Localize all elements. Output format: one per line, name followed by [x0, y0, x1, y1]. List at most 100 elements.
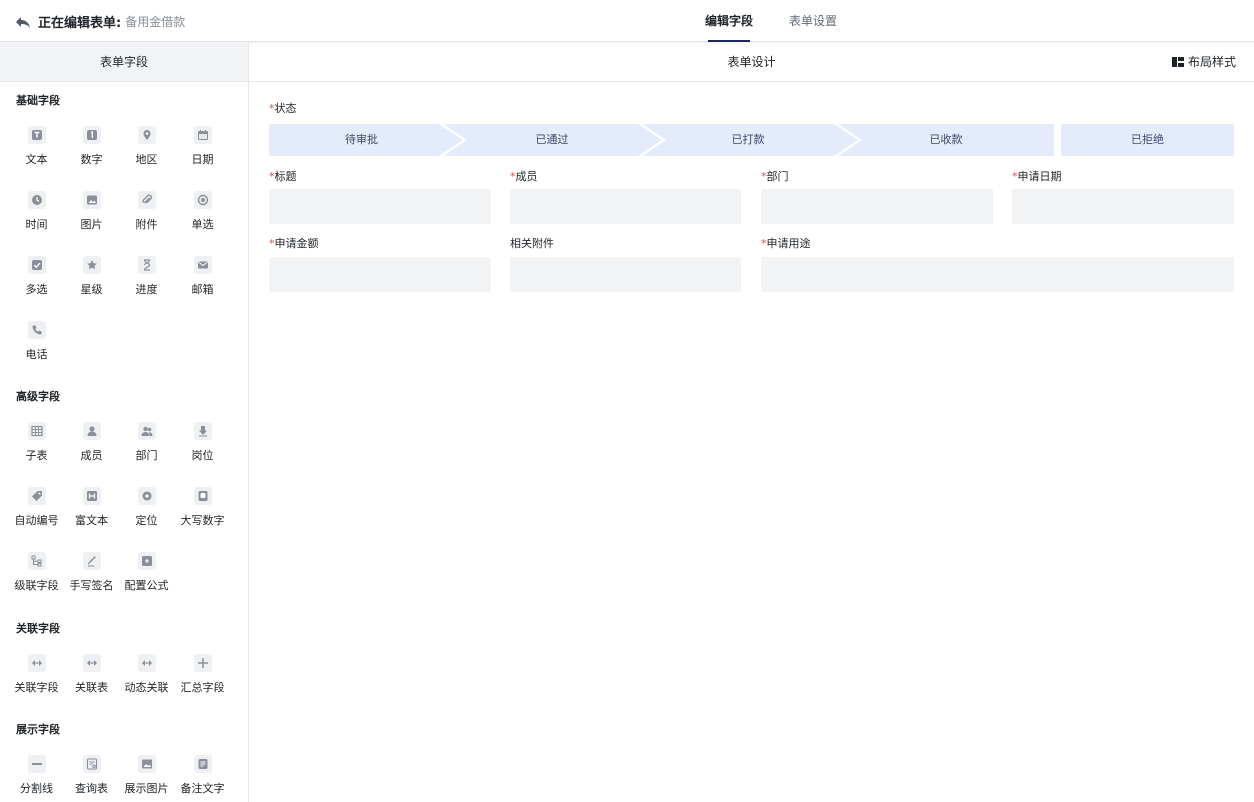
- field-item-label: 数字: [80, 153, 103, 166]
- field-item[interactable]: 展示图片: [119, 755, 174, 802]
- canvas-title: 表单设计: [727, 55, 776, 69]
- field-item[interactable]: 日期: [175, 126, 230, 178]
- amount-field-label: *申请金额: [269, 235, 319, 251]
- apply-date-field-label: *申请日期: [1012, 168, 1062, 184]
- field-item[interactable]: 星级: [64, 256, 119, 308]
- field-item[interactable]: 地区: [119, 126, 174, 178]
- field-item[interactable]: 电话: [9, 321, 64, 373]
- field-item-label: 时间: [25, 218, 48, 231]
- field-item[interactable]: 动态关联: [119, 654, 174, 706]
- group-title: 高级字段: [16, 390, 60, 403]
- field-item[interactable]: 时间: [9, 191, 64, 243]
- field-item[interactable]: 成员: [64, 422, 119, 474]
- rich-text-icon: [82, 487, 101, 505]
- field-item-label: 部门: [135, 449, 158, 462]
- divider-icon: [27, 755, 46, 773]
- field-item[interactable]: 汇总字段: [175, 654, 230, 706]
- tree-icon: [27, 552, 46, 570]
- layout-style-button[interactable]: 布局样式: [1171, 42, 1236, 82]
- apply-date-field[interactable]: [1012, 189, 1234, 224]
- amount-field[interactable]: [269, 257, 491, 292]
- tab-edit-fields[interactable]: 编辑字段: [700, 0, 758, 42]
- purpose-field[interactable]: [761, 257, 1234, 292]
- field-item-label: 星级: [80, 283, 103, 296]
- field-item-label: 进度: [135, 283, 158, 296]
- field-item[interactable]: 查询表: [64, 755, 119, 802]
- field-label-text: 申请用途: [766, 237, 811, 250]
- field-item[interactable]: 富文本: [64, 487, 119, 539]
- field-item-label: 单选: [191, 218, 214, 231]
- field-item-label: 关联字段: [14, 681, 59, 694]
- stage-paid[interactable]: 已打款: [650, 124, 846, 156]
- field-item[interactable]: 关联字段: [9, 654, 64, 706]
- stage-rejected[interactable]: 已拒绝: [1061, 124, 1234, 156]
- image-icon: [137, 755, 156, 773]
- field-item-label: 查询表: [75, 782, 108, 795]
- status-stages[interactable]: 待审批 已通过 已打款 已收款 已拒绝: [269, 124, 1234, 156]
- field-item[interactable]: 大写数字: [175, 487, 230, 539]
- stage-pending[interactable]: 待审批: [269, 124, 454, 156]
- field-item[interactable]: 定位: [119, 487, 174, 539]
- field-item-label: 附件: [135, 218, 158, 231]
- field-item-label: 电话: [25, 348, 48, 361]
- envelope-icon: [193, 256, 212, 274]
- field-item[interactable]: 岗位: [175, 422, 230, 474]
- field-item-label: 多选: [25, 283, 48, 296]
- back-area: 正在编辑表单: 备用金借款: [14, 12, 185, 31]
- link-arrows-icon: [82, 654, 101, 672]
- text-icon: [27, 126, 46, 144]
- stage-received[interactable]: 已收款: [846, 124, 1046, 156]
- field-item[interactable]: 关联表: [64, 654, 119, 706]
- department-field-label: *部门: [761, 168, 789, 184]
- form-name: 备用金借款: [125, 15, 186, 29]
- attachments-field[interactable]: [510, 257, 741, 292]
- tag-icon: [27, 487, 46, 505]
- field-item[interactable]: 手写签名: [64, 552, 119, 604]
- field-label-text: 申请金额: [274, 237, 319, 250]
- field-item[interactable]: 级联字段: [9, 552, 64, 604]
- field-item[interactable]: 邮箱: [175, 256, 230, 308]
- group-title: 关联字段: [16, 622, 60, 635]
- member-field[interactable]: [510, 189, 741, 224]
- back-arrow-icon[interactable]: [14, 13, 32, 31]
- group-title: 基础字段: [16, 94, 60, 107]
- field-item[interactable]: 子表: [9, 422, 64, 474]
- field-item[interactable]: 备注文字: [175, 755, 230, 802]
- field-item-label: 备注文字: [180, 782, 225, 795]
- field-item[interactable]: 单选: [175, 191, 230, 243]
- field-label-text: 相关附件: [510, 237, 554, 250]
- field-item[interactable]: 部门: [119, 422, 174, 474]
- field-item[interactable]: 多选: [9, 256, 64, 308]
- target-icon: [137, 487, 156, 505]
- field-item[interactable]: 配置公式: [119, 552, 174, 604]
- status-label-text: 状态: [274, 102, 297, 115]
- field-item-label: 图片: [80, 218, 103, 231]
- field-item[interactable]: 附件: [119, 191, 174, 243]
- field-item-label: 动态关联: [124, 681, 169, 694]
- field-label-text: 部门: [766, 170, 789, 183]
- title-field[interactable]: [269, 189, 491, 224]
- field-item-label: 关联表: [75, 681, 108, 694]
- field-item-label: 富文本: [75, 514, 108, 527]
- users-icon: [137, 422, 156, 440]
- uppercase-number-icon: [193, 487, 212, 505]
- field-item-label: 级联字段: [14, 579, 59, 592]
- department-field[interactable]: [761, 189, 993, 224]
- field-item-label: 大写数字: [180, 514, 225, 527]
- field-item[interactable]: 图片: [64, 191, 119, 243]
- field-item[interactable]: 进度: [119, 256, 174, 308]
- tab-form-settings[interactable]: 表单设置: [784, 0, 842, 42]
- field-item-label: 地区: [135, 153, 158, 166]
- member-field-label: *成员: [510, 168, 538, 184]
- calendar-icon: [193, 126, 212, 144]
- field-item[interactable]: 文本: [9, 126, 64, 178]
- field-item[interactable]: 数字: [64, 126, 119, 178]
- link-arrows-icon: [137, 654, 156, 672]
- stage-approved[interactable]: 已通过: [454, 124, 650, 156]
- field-label-text: 申请日期: [1017, 170, 1062, 183]
- field-item[interactable]: 分割线: [9, 755, 64, 802]
- status-field-label[interactable]: *状态: [269, 100, 297, 116]
- layout-style-label: 布局样式: [1187, 55, 1236, 69]
- field-item-label: 邮箱: [191, 283, 214, 296]
- field-item[interactable]: 自动编号: [9, 487, 64, 539]
